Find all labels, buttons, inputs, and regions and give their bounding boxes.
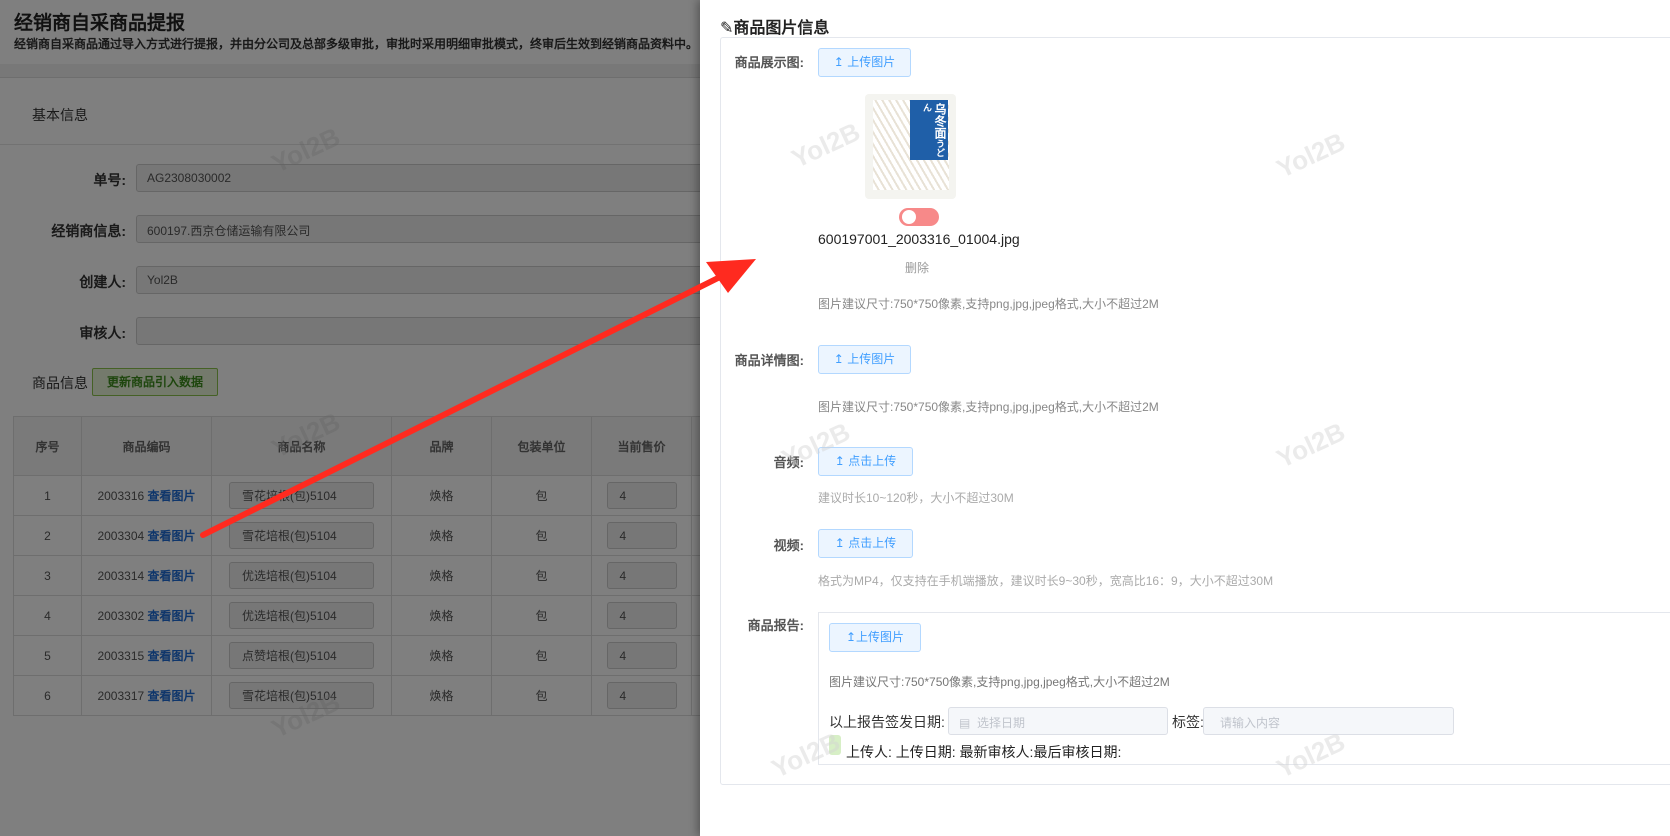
annotation-arrow	[200, 259, 756, 538]
